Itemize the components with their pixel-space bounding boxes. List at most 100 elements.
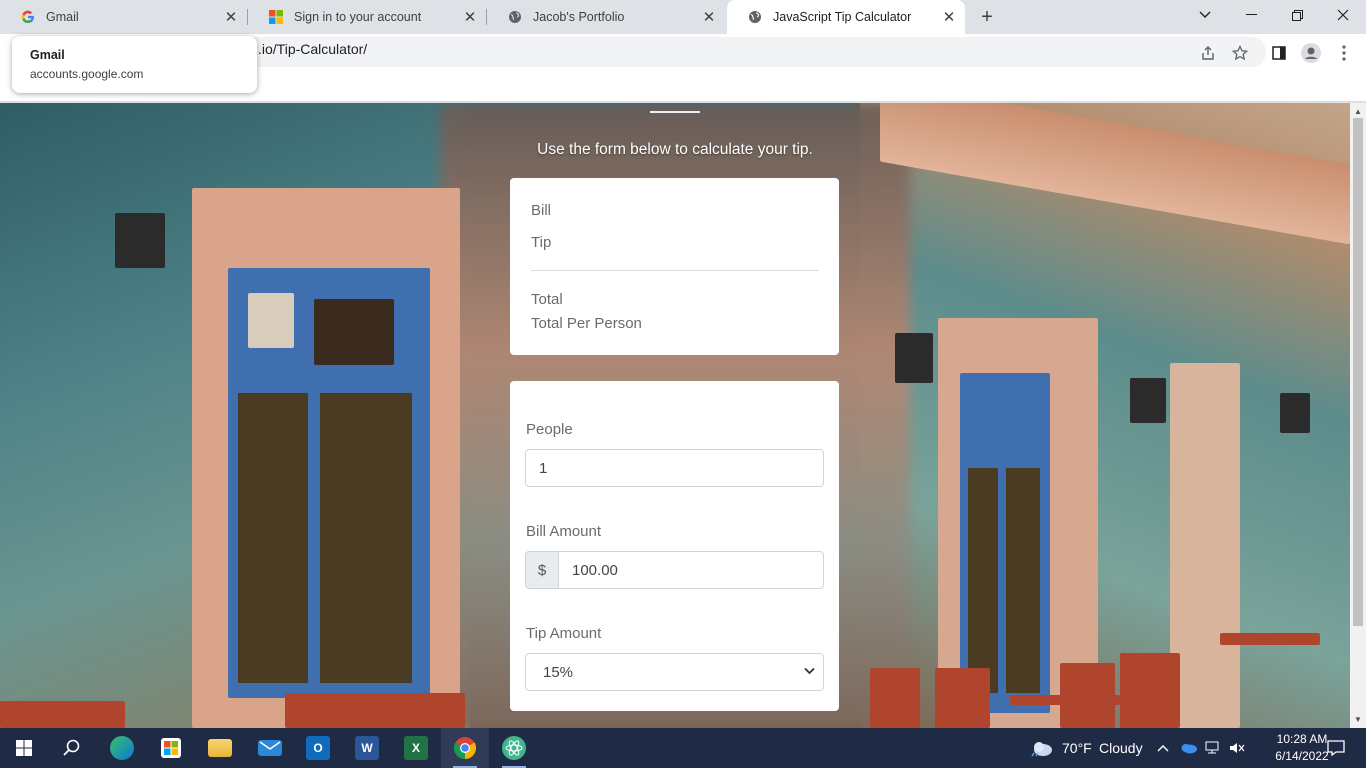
- outlook-icon: O: [306, 736, 330, 760]
- chrome-app[interactable]: [441, 728, 489, 768]
- scrollbar-thumb[interactable]: [1353, 118, 1363, 626]
- more-menu-icon[interactable]: [1334, 43, 1354, 63]
- search-button[interactable]: [48, 728, 96, 768]
- window-pane: [1006, 468, 1040, 693]
- store-icon: [161, 738, 181, 758]
- tab-label: JavaScript Tip Calculator: [773, 10, 912, 24]
- tip-amount-select[interactable]: 15%: [525, 653, 824, 691]
- chrome-icon: [454, 737, 476, 759]
- chevron-down-icon: [804, 664, 815, 678]
- close-tab-icon[interactable]: ✕: [221, 7, 241, 27]
- background-lamp: [1280, 393, 1310, 433]
- background-table: [1220, 633, 1320, 645]
- window-pane: [238, 393, 308, 683]
- background-chair: [0, 701, 125, 728]
- tab-gmail[interactable]: Gmail ✕: [0, 0, 247, 34]
- globe-icon: [507, 9, 523, 25]
- share-icon[interactable]: [1198, 43, 1218, 63]
- weather-description[interactable]: Cloudy: [1099, 740, 1143, 756]
- close-window-icon[interactable]: [1320, 0, 1366, 30]
- file-explorer-app[interactable]: [196, 728, 244, 768]
- background-chair: [1120, 653, 1180, 728]
- minimize-icon[interactable]: [1228, 0, 1274, 30]
- close-tab-icon[interactable]: ✕: [699, 7, 719, 27]
- mail-app[interactable]: [246, 728, 294, 768]
- excel-icon: X: [404, 736, 428, 760]
- outlook-app[interactable]: O: [294, 728, 342, 768]
- word-icon: W: [355, 736, 379, 760]
- profile-avatar-icon[interactable]: [1301, 43, 1321, 63]
- heading-divider: [650, 111, 700, 113]
- people-input[interactable]: 1: [525, 449, 824, 487]
- background-chair: [935, 668, 990, 728]
- tip-amount-label: Tip Amount: [526, 625, 602, 642]
- results-divider: [531, 270, 819, 271]
- tip-result-label: Tip: [531, 234, 552, 251]
- background-lamp: [1130, 378, 1166, 423]
- tab-label: Sign in to your account: [294, 10, 422, 24]
- tab-tip-calculator[interactable]: JavaScript Tip Calculator ✕: [727, 0, 965, 34]
- window-pane: [320, 393, 412, 683]
- close-tab-icon[interactable]: ✕: [939, 7, 959, 27]
- store-app[interactable]: [147, 728, 195, 768]
- background-lamp: [115, 213, 165, 268]
- page-subtitle: Use the form below to calculate your tip…: [537, 141, 813, 158]
- edge-app[interactable]: [98, 728, 146, 768]
- url-text[interactable]: .io/Tip-Calculator/: [258, 41, 367, 57]
- people-input-value: 1: [539, 459, 548, 477]
- onedrive-cloud-icon[interactable]: [1178, 728, 1200, 768]
- show-hidden-icons-chevron-icon[interactable]: [1152, 728, 1174, 768]
- tip-selected-value: 15%: [543, 663, 574, 681]
- side-panel-icon[interactable]: [1269, 43, 1289, 63]
- mail-icon: [258, 740, 282, 756]
- hover-card-domain: accounts.google.com: [30, 67, 144, 81]
- new-tab-button[interactable]: +: [976, 6, 998, 28]
- atom-app[interactable]: [490, 728, 538, 768]
- scroll-down-icon[interactable]: ▼: [1350, 712, 1366, 726]
- search-icon: [63, 739, 80, 756]
- folder-icon: [208, 739, 232, 757]
- weather-temperature[interactable]: 70°F: [1062, 740, 1092, 756]
- background-chair: [285, 693, 465, 728]
- atom-icon: [502, 736, 526, 760]
- tab-portfolio[interactable]: Jacob's Portfolio ✕: [487, 0, 725, 34]
- restore-icon[interactable]: [1274, 0, 1320, 30]
- start-button[interactable]: [0, 728, 48, 768]
- cloudy-weather-icon: [1031, 742, 1052, 757]
- close-tab-icon[interactable]: ✕: [460, 7, 480, 27]
- scroll-up-icon[interactable]: ▲: [1350, 104, 1366, 118]
- tab-hover-card: Gmail accounts.google.com: [12, 36, 257, 93]
- per-person-result-label: Total Per Person: [531, 315, 642, 332]
- edge-icon: [110, 736, 134, 760]
- notifications-icon[interactable]: [1318, 728, 1354, 768]
- network-icon[interactable]: [1202, 728, 1224, 768]
- windows-logo-icon: [16, 740, 32, 756]
- weather-widget[interactable]: [1020, 728, 1064, 768]
- word-app[interactable]: W: [343, 728, 391, 768]
- url-path: .io/Tip-Calculator/: [258, 41, 368, 57]
- background-lamp: [895, 333, 933, 383]
- volume-muted-icon[interactable]: [1226, 728, 1248, 768]
- bookmark-star-icon[interactable]: [1230, 43, 1250, 63]
- hover-card-title: Gmail: [30, 48, 65, 62]
- microsoft-icon: [268, 9, 284, 25]
- windows-taskbar: O W X 70°F Cloudy 10:28 AM 6/14/2022: [0, 728, 1366, 768]
- background-vent: [248, 293, 294, 348]
- excel-app[interactable]: X: [392, 728, 440, 768]
- bill-amount-value: 100.00: [572, 561, 618, 579]
- bill-amount-label: Bill Amount: [526, 523, 602, 540]
- bill-amount-input[interactable]: 100.00: [558, 551, 824, 589]
- tip-form-card: People 1 Bill Amount $ 100.00 Tip Amount…: [510, 381, 839, 711]
- total-result-label: Total: [531, 291, 563, 308]
- background-chair: [870, 668, 920, 728]
- background-table: [1010, 695, 1120, 705]
- tab-strip: Gmail ✕ Sign in to your account ✕ Jacob'…: [0, 0, 1366, 34]
- globe-icon: [747, 9, 763, 25]
- tab-sign-in[interactable]: Sign in to your account ✕: [248, 0, 486, 34]
- tab-search-chevron-icon[interactable]: [1182, 0, 1228, 30]
- window-pane: [968, 468, 998, 693]
- people-label: People: [526, 421, 573, 438]
- tab-label: Jacob's Portfolio: [533, 10, 625, 24]
- tab-label: Gmail: [46, 10, 79, 24]
- bill-result-label: Bill: [531, 202, 552, 219]
